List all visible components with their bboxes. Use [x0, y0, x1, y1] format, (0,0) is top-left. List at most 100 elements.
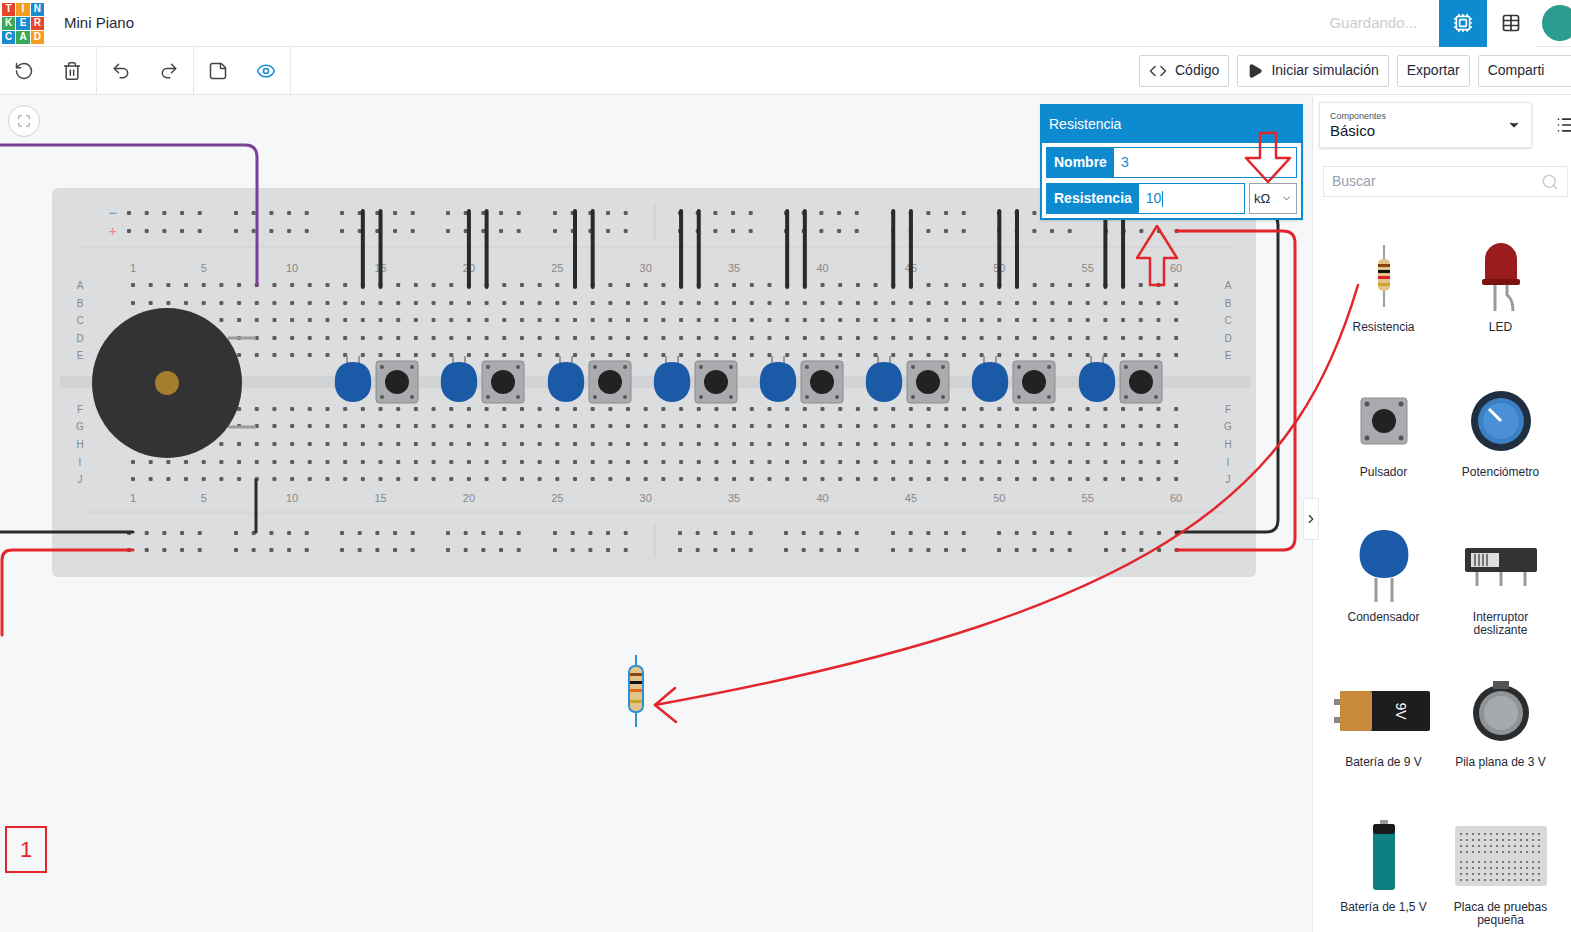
wire[interactable] [467, 211, 471, 287]
component-item[interactable]: Batería de 1,5 V [1325, 817, 1442, 932]
capacitor[interactable] [1079, 362, 1115, 402]
canvas[interactable]: −+11551010151520202525303035354040454550… [0, 95, 1312, 932]
push-button[interactable] [907, 361, 949, 403]
search-field[interactable]: Buscar [1323, 166, 1568, 197]
capacitor[interactable] [335, 362, 371, 402]
component-item[interactable]: Pila plana de 3 V [1442, 672, 1559, 817]
component-preview [1356, 527, 1412, 605]
delete-button[interactable] [48, 47, 96, 95]
row-label: I [79, 457, 82, 468]
play-action-button[interactable]: Iniciar simulación [1237, 55, 1388, 87]
column-label: 40 [816, 492, 828, 504]
wire[interactable] [803, 211, 807, 287]
wire[interactable] [997, 211, 1001, 287]
wire[interactable] [573, 211, 577, 287]
push-button[interactable] [801, 361, 843, 403]
wire[interactable] [679, 211, 683, 287]
capacitor[interactable] [548, 362, 584, 402]
circuit-view-button[interactable] [1439, 0, 1487, 47]
capacitor[interactable] [654, 362, 690, 402]
wire[interactable] [1015, 211, 1019, 287]
logo-letter: E [16, 17, 29, 30]
column-label: 25 [551, 492, 563, 504]
table-view-button[interactable] [1487, 0, 1535, 47]
wire[interactable] [485, 211, 489, 287]
wire[interactable] [591, 211, 595, 287]
wire[interactable] [0, 145, 257, 285]
wire[interactable] [1103, 211, 1107, 287]
push-button[interactable] [1120, 361, 1162, 403]
property-field[interactable]: Resistencia10 [1046, 183, 1245, 214]
wire[interactable] [255, 480, 258, 532]
capacitor[interactable] [972, 362, 1008, 402]
property-field[interactable]: Nombre3 [1046, 147, 1297, 178]
notes-button[interactable] [194, 47, 242, 95]
breadboard[interactable] [52, 188, 1256, 577]
logo[interactable]: TINKERCAD [2, 3, 44, 44]
push-button[interactable] [1013, 361, 1055, 403]
category-text: ComponentesBásico [1330, 110, 1386, 140]
component-item[interactable]: Condensador [1325, 527, 1442, 672]
row-label: C [1224, 315, 1231, 326]
chevron-down-icon [1281, 193, 1292, 204]
resistor[interactable] [629, 655, 643, 727]
push-button[interactable] [695, 361, 737, 403]
wire[interactable] [379, 211, 383, 287]
wire[interactable] [891, 211, 895, 287]
wire[interactable] [785, 211, 789, 287]
column-label: 45 [905, 492, 917, 504]
capacitor[interactable] [866, 362, 902, 402]
push-button[interactable] [482, 361, 524, 403]
capacitor[interactable] [760, 362, 796, 402]
component-preview [1479, 237, 1523, 315]
wire[interactable] [0, 531, 133, 534]
wire[interactable] [1121, 211, 1125, 287]
component-label: Resistencia [1352, 321, 1414, 334]
column-label: 30 [640, 262, 652, 274]
column-label: 5 [201, 492, 207, 504]
unit-select[interactable]: kΩ [1249, 183, 1297, 214]
push-button[interactable] [589, 361, 631, 403]
component-item[interactable]: Potenciómetro [1442, 382, 1559, 527]
panel-toggle[interactable] [1303, 498, 1319, 540]
component-label: Batería de 9 V [1345, 756, 1422, 769]
component-item[interactable]: Pulsador [1325, 382, 1442, 527]
component-label: Pila plana de 3 V [1455, 756, 1546, 769]
component-label: LED [1489, 321, 1512, 334]
code-action-button[interactable]: Código [1139, 55, 1229, 87]
rotate-button[interactable] [0, 47, 48, 95]
component-item[interactable]: LED [1442, 237, 1559, 382]
plain-action-button[interactable]: Comparti [1478, 55, 1571, 87]
push-button[interactable] [376, 361, 418, 403]
column-label: 1 [130, 492, 136, 504]
component-item[interactable]: Interruptor deslizante [1442, 527, 1559, 672]
list-view-button[interactable] [1556, 115, 1571, 135]
plain-action-button[interactable]: Exportar [1397, 55, 1470, 87]
row-label: H [1224, 439, 1231, 450]
column-label: 55 [1082, 262, 1094, 274]
wire[interactable] [1176, 213, 1278, 532]
undo-button[interactable] [97, 47, 145, 95]
tool-group [0, 47, 97, 95]
wire[interactable] [2, 550, 133, 635]
property-label: Nombre [1047, 148, 1114, 177]
wire[interactable] [697, 211, 701, 287]
avatar[interactable] [1540, 0, 1571, 47]
redo-button[interactable] [145, 47, 193, 95]
component-item[interactable]: Placa de pruebas pequeña [1442, 817, 1559, 932]
category-select[interactable]: ComponentesBásico [1319, 102, 1532, 148]
capacitor[interactable] [441, 362, 477, 402]
project-title[interactable]: Mini Piano [64, 12, 134, 35]
buzzer[interactable] [92, 308, 242, 458]
property-input[interactable]: 3 [1114, 148, 1296, 177]
component-item[interactable]: 9VBatería de 9 V [1325, 672, 1442, 817]
fit-view-button[interactable] [8, 105, 40, 137]
wire[interactable] [909, 211, 913, 287]
wire[interactable] [1176, 231, 1295, 550]
logo-letter: N [31, 3, 44, 16]
component-item[interactable]: Resistencia [1325, 237, 1442, 382]
property-input[interactable]: 10 [1139, 184, 1244, 213]
wire[interactable] [361, 211, 365, 287]
resistor-icon [1374, 245, 1394, 307]
visibility-button[interactable] [242, 47, 290, 95]
